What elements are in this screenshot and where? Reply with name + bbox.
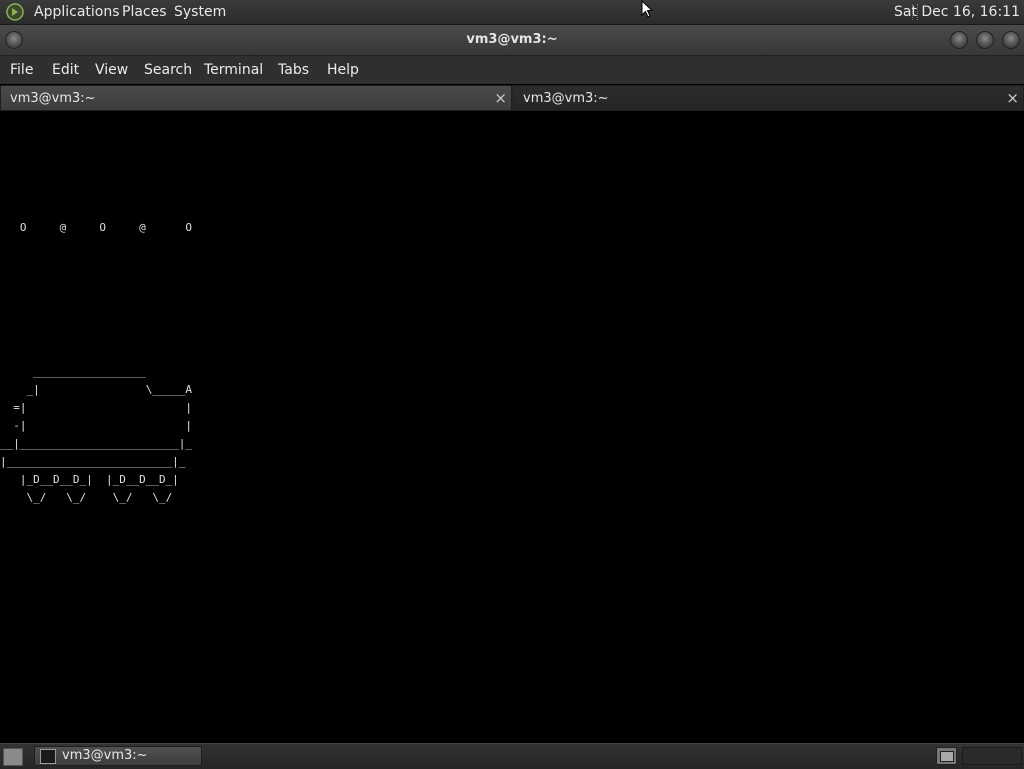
tab-label: vm3@vm3:~ [10, 91, 96, 106]
terminal-area[interactable]: O @ O @ O _________________ _| \_____A =… [0, 111, 1024, 743]
minimize-button[interactable] [950, 31, 968, 49]
tab-2[interactable]: vm3@vm3:~ × [513, 85, 1024, 111]
menu-tabs[interactable]: Tabs [278, 62, 309, 78]
tab-label: vm3@vm3:~ [523, 91, 609, 106]
close-tab-icon[interactable]: × [494, 89, 507, 107]
menubar: File Edit View Search Terminal Tabs Help [0, 56, 1024, 84]
menu-file[interactable]: File [10, 62, 33, 78]
menu-search[interactable]: Search [144, 62, 192, 78]
system-menu[interactable]: System [174, 4, 226, 20]
bottom-panel: vm3@vm3:~ [0, 743, 1024, 769]
applications-menu[interactable]: Applications [34, 4, 120, 20]
tab-bar: vm3@vm3:~ × vm3@vm3:~ × [0, 85, 1024, 111]
taskbar-window-label: vm3@vm3:~ [62, 748, 148, 763]
menu-terminal[interactable]: Terminal [204, 62, 263, 78]
top-panel: Applications Places System Sat Dec 16, 1… [0, 0, 1024, 25]
menu-view[interactable]: View [95, 62, 128, 78]
clock[interactable]: Sat Dec 16, 16:11 [894, 4, 1020, 20]
workspace-switcher-2[interactable] [962, 747, 1022, 765]
workspace-switcher-1[interactable] [936, 747, 957, 765]
close-tab-icon[interactable]: × [1006, 89, 1019, 107]
window-title: vm3@vm3:~ [466, 32, 558, 47]
close-window-button[interactable] [1002, 31, 1020, 49]
tab-1[interactable]: vm3@vm3:~ × [0, 85, 512, 111]
window-titlebar[interactable]: vm3@vm3:~ [0, 25, 1024, 56]
places-menu[interactable]: Places [122, 4, 167, 20]
mouse-cursor-icon [641, 0, 653, 18]
terminal-icon [40, 749, 56, 764]
gnome-foot-icon[interactable] [6, 3, 24, 21]
menu-help[interactable]: Help [327, 62, 359, 78]
terminal-output: O @ O @ O _________________ _| \_____A =… [0, 221, 193, 504]
taskbar-window-button[interactable]: vm3@vm3:~ [34, 746, 202, 766]
show-desktop-icon[interactable] [3, 748, 23, 766]
menu-edit[interactable]: Edit [52, 62, 79, 78]
maximize-button[interactable] [976, 31, 994, 49]
